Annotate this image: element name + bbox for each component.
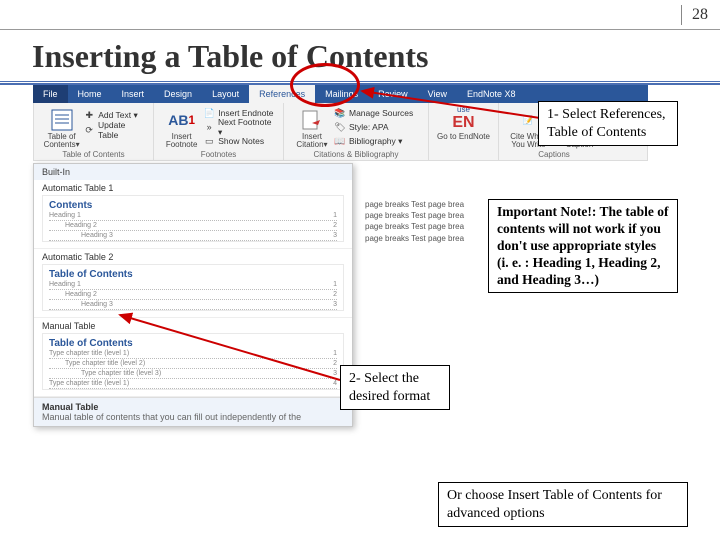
tab-file[interactable]: File bbox=[33, 85, 68, 103]
en-logo[interactable]: EN bbox=[435, 114, 492, 132]
tab-insert[interactable]: Insert bbox=[112, 85, 155, 103]
slide-header: 28 bbox=[0, 0, 720, 30]
footnote-icon: AB1 bbox=[169, 107, 195, 133]
notes-icon: ▭ bbox=[203, 135, 215, 147]
group-label: Citations & Bibliography bbox=[284, 150, 428, 159]
style-select[interactable]: 🏷Style: APA bbox=[334, 120, 413, 134]
document-body-text: page breaks Test page breapage breaks Te… bbox=[365, 199, 505, 244]
show-notes-button[interactable]: ▭Show Notes bbox=[203, 134, 277, 148]
group-footnotes: AB1 Insert Footnote 📄Insert Endnote »Nex… bbox=[154, 103, 284, 160]
slide: 28 Inserting a Table of Contents FileHom… bbox=[0, 0, 720, 540]
gallery-preview: Table of ContentsHeading 11Heading 22Hea… bbox=[42, 264, 344, 311]
callout-step1: 1- Select References, Table of Contents bbox=[538, 101, 678, 146]
tab-layout[interactable]: Layout bbox=[202, 85, 249, 103]
page-number: 28 bbox=[692, 6, 708, 24]
next-footnote-button[interactable]: »Next Footnote ▾ bbox=[203, 120, 277, 134]
callout-step2: 2- Select the desired format bbox=[340, 365, 450, 410]
gallery-footer-desc: Manual table of contents that you can fi… bbox=[42, 412, 344, 422]
biblio-icon: 📖 bbox=[334, 135, 346, 147]
group-toc: Table of Contents▾ ✚Add Text ▾ ⟳Update T… bbox=[34, 103, 154, 160]
group-label: Table of Contents bbox=[34, 150, 153, 159]
slide-title: Inserting a Table of Contents bbox=[0, 30, 720, 81]
toc-label: Table of Contents▾ bbox=[40, 133, 83, 149]
gallery-preview: Table of ContentsType chapter title (lev… bbox=[42, 333, 344, 390]
group-endnote: use EN Go to EndNote bbox=[429, 103, 499, 160]
gallery-item-title: Automatic Table 2 bbox=[42, 252, 344, 262]
callout-important-note: Important Note!: The table of contents w… bbox=[488, 199, 678, 293]
goto-endnote-button[interactable]: Go to EndNote bbox=[435, 132, 492, 141]
tab-home[interactable]: Home bbox=[68, 85, 112, 103]
endnote-icon: 📄 bbox=[203, 107, 215, 119]
refresh-icon: ⟳ bbox=[83, 124, 95, 136]
group-citations: Insert Citation▾ 📚Manage Sources 🏷Style:… bbox=[284, 103, 429, 160]
insert-citation-button[interactable]: Insert Citation▾ bbox=[290, 105, 334, 149]
header-divider bbox=[681, 5, 682, 25]
slide-content: FileHomeInsertDesignLayoutReferencesMail… bbox=[0, 85, 720, 531]
gallery-item-title: Manual Table bbox=[42, 321, 344, 331]
gallery-item-2[interactable]: Manual Table Table of ContentsType chapte… bbox=[34, 318, 352, 397]
plus-icon: ✚ bbox=[83, 109, 95, 121]
update-table-button[interactable]: ⟳Update Table bbox=[83, 123, 147, 137]
gallery-preview: ContentsHeading 11Heading 22Heading 33 bbox=[42, 195, 344, 242]
insert-footnote-button[interactable]: AB1 Insert Footnote bbox=[160, 105, 203, 149]
manage-sources-button[interactable]: 📚Manage Sources bbox=[334, 106, 413, 120]
toc-button[interactable]: Table of Contents▾ bbox=[40, 105, 83, 149]
highlight-circle bbox=[290, 63, 360, 107]
en-use-label: use bbox=[435, 105, 492, 114]
citation-icon bbox=[299, 107, 325, 133]
bibliography-button[interactable]: 📖Bibliography ▾ bbox=[334, 134, 413, 148]
toc-gallery: Built-In Automatic Table 1 ContentsHeadin… bbox=[33, 163, 353, 427]
style-icon: 🏷 bbox=[334, 121, 346, 133]
gallery-item-0[interactable]: Automatic Table 1 ContentsHeading 11Headi… bbox=[34, 180, 352, 249]
gallery-item-1[interactable]: Automatic Table 2 Table of ContentsHeadin… bbox=[34, 249, 352, 318]
tab-endnote-x8[interactable]: EndNote X8 bbox=[457, 85, 526, 103]
group-label: Captions bbox=[499, 150, 609, 159]
tab-review[interactable]: Review bbox=[368, 85, 418, 103]
gallery-header: Built-In bbox=[34, 164, 352, 180]
toc-icon bbox=[49, 107, 75, 133]
gallery-footer[interactable]: Manual Table Manual table of contents th… bbox=[34, 397, 352, 426]
gallery-item-title: Automatic Table 1 bbox=[42, 183, 344, 193]
tab-design[interactable]: Design bbox=[154, 85, 202, 103]
gallery-footer-title: Manual Table bbox=[42, 402, 344, 412]
tab-view[interactable]: View bbox=[418, 85, 457, 103]
group-label: Footnotes bbox=[154, 150, 283, 159]
next-icon: » bbox=[203, 121, 215, 133]
sources-icon: 📚 bbox=[334, 107, 346, 119]
callout-advanced: Or choose Insert Table of Contents for a… bbox=[438, 482, 688, 527]
